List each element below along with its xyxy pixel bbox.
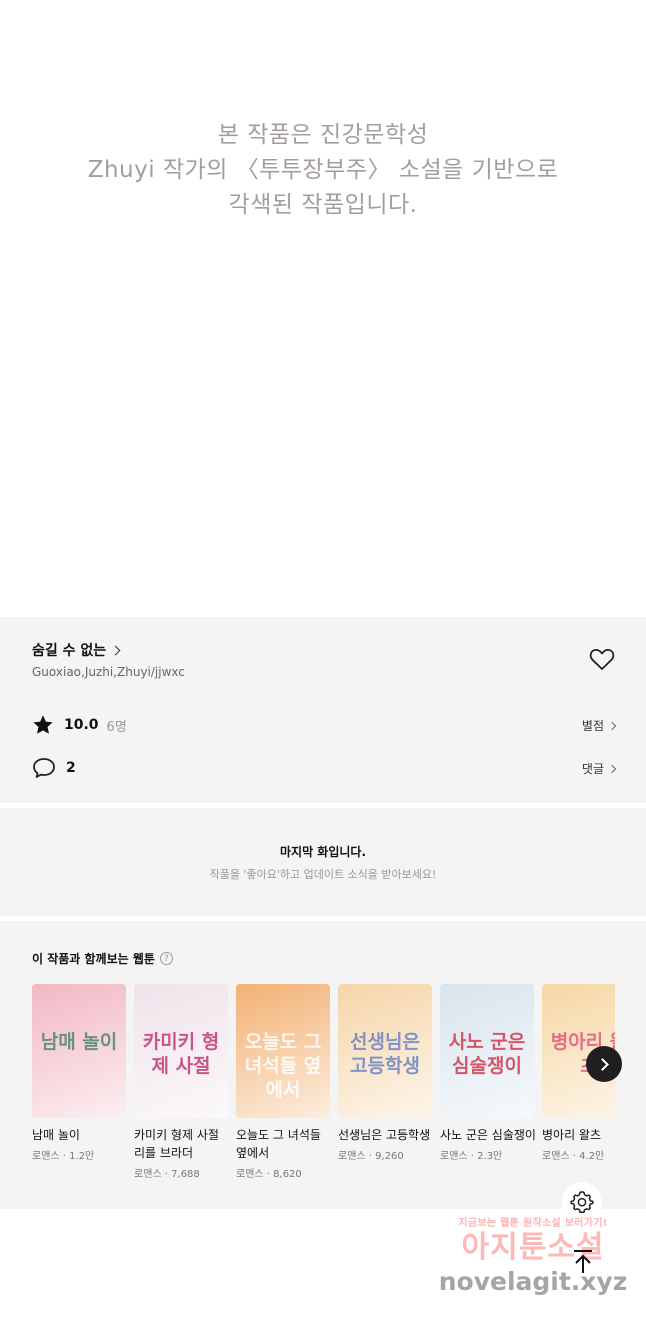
recommendation-card[interactable]: 사노 군은 심술쟁이 사노 군은 심술쟁이 로맨스 · 2.3만 bbox=[440, 984, 536, 1162]
card-meta: 로맨스 · 7,688 bbox=[134, 1169, 200, 1180]
scroll-top-button[interactable] bbox=[566, 1247, 600, 1277]
chevron-right-icon bbox=[607, 721, 617, 730]
rating-score: 10.0 bbox=[64, 717, 99, 733]
recommendations-header: 이 작품과 함께보는 웹툰 ? bbox=[32, 950, 173, 967]
adaptation-notice: 본 작품은 진강문학성 Zhuyi 작가의 〈투투장부주〉 소설을 기반으로 각… bbox=[0, 118, 646, 223]
chevron-right-icon bbox=[596, 1057, 609, 1071]
cover-title: 오늘도 그 녀석들 옆에서 bbox=[244, 1031, 322, 1101]
cover-image: 사노 군은 심술쟁이 bbox=[440, 984, 534, 1118]
card-title: 사노 군은 심술쟁이 bbox=[440, 1128, 536, 1142]
recommendation-card[interactable]: 오늘도 그 녀석들 옆에서 오늘도 그 녀석들 옆에서 로맨스 · 8,620 bbox=[236, 984, 330, 1180]
card-title: 오늘도 그 녀석들 옆에서 bbox=[236, 1128, 321, 1160]
recommendations-title: 이 작품과 함께보는 웹툰 bbox=[32, 952, 155, 966]
cover-image: 선생님은 고등학생 bbox=[338, 984, 432, 1118]
rating-link[interactable]: 별점 bbox=[560, 717, 617, 734]
card-meta: 로맨스 · 4.2만 bbox=[542, 1151, 605, 1162]
cover-title: 선생님은 고등학생 bbox=[350, 1031, 420, 1077]
series-authors: Guoxiao,Juzhi,Zhuyi/jjwxc bbox=[32, 665, 185, 679]
comment-icon bbox=[33, 758, 55, 778]
gear-icon bbox=[570, 1191, 594, 1213]
help-icon[interactable]: ? bbox=[159, 952, 173, 965]
chevron-right-icon bbox=[607, 764, 617, 773]
recommendation-card[interactable]: 카미키 형제 사절 카미키 형제 사절 리를 브라더 로맨스 · 7,688 bbox=[134, 984, 228, 1180]
comment-row: 2 bbox=[32, 757, 76, 779]
watermark-tagline: 지금보는 웹툰 원작소설 보러가기! bbox=[458, 1218, 608, 1229]
comment-link-label: 댓글 bbox=[581, 762, 604, 776]
heart-icon[interactable] bbox=[589, 647, 615, 671]
site-watermark: 지금보는 웹툰 원작소설 보러가기! 아지툰소설 novelagit.xyz bbox=[428, 1214, 638, 1297]
last-episode-title: 마지막 화입니다. bbox=[279, 845, 367, 859]
cover-title: 카미키 형제 사절 bbox=[142, 1031, 220, 1077]
notice-line: 각색된 작품입니다. bbox=[228, 192, 418, 218]
series-title-link[interactable]: 숨길 수 없는 bbox=[32, 640, 121, 660]
last-episode-panel bbox=[0, 808, 646, 916]
carousel-next-button[interactable] bbox=[586, 1046, 622, 1082]
card-title: 선생님은 고등학생 bbox=[338, 1128, 431, 1142]
rating-row: 10.0 6명 bbox=[32, 714, 127, 736]
card-meta: 로맨스 · 8,620 bbox=[236, 1169, 302, 1180]
episode-end-image: 본 작품은 진강문학성 Zhuyi 작가의 〈투투장부주〉 소설을 기반으로 각… bbox=[0, 0, 646, 617]
notice-line: Zhuyi 작가의 〈투투장부주〉 소설을 기반으로 bbox=[87, 157, 559, 183]
comment-count: 2 bbox=[66, 760, 76, 776]
cover-title: 사노 군은 심술쟁이 bbox=[448, 1031, 526, 1077]
notice-line: 본 작품은 진강문학성 bbox=[217, 122, 429, 148]
card-title: 카미키 형제 사절 리를 브라더 bbox=[134, 1128, 219, 1160]
cover-image: 남매 놀이 bbox=[32, 984, 126, 1118]
last-episode-subtitle: 작품을 '좋아요'하고 업데이트 소식을 받아보세요! bbox=[209, 868, 437, 881]
card-meta: 로맨스 · 9,260 bbox=[338, 1151, 404, 1162]
cover-title: 남매 놀이 bbox=[40, 1031, 118, 1053]
series-title: 숨길 수 없는 bbox=[32, 643, 107, 659]
watermark-url: novelagit.xyz bbox=[438, 1267, 628, 1296]
comment-link[interactable]: 댓글 bbox=[560, 760, 617, 777]
card-meta: 로맨스 · 1.2만 bbox=[32, 1151, 95, 1162]
recommendation-carousel: 남매 놀이 남매 놀이 로맨스 · 1.2만 카미키 형제 사절 카미키 형제 … bbox=[32, 984, 615, 1194]
chevron-right-icon bbox=[110, 645, 121, 655]
rating-link-label: 별점 bbox=[581, 719, 604, 733]
card-title: 남매 놀이 bbox=[32, 1128, 80, 1142]
cover-image: 오늘도 그 녀석들 옆에서 bbox=[236, 984, 330, 1118]
watermark-logo: 아지툰소설 bbox=[461, 1230, 605, 1265]
card-title: 병아리 왈츠 bbox=[542, 1128, 602, 1142]
star-icon bbox=[33, 715, 53, 734]
cover-image: 카미키 형제 사절 bbox=[134, 984, 228, 1118]
card-meta: 로맨스 · 2.3만 bbox=[440, 1151, 503, 1162]
arrow-up-icon bbox=[574, 1250, 592, 1273]
recommendation-card[interactable]: 남매 놀이 남매 놀이 로맨스 · 1.2만 bbox=[32, 984, 126, 1162]
recommendation-card[interactable]: 선생님은 고등학생 선생님은 고등학생 로맨스 · 9,260 bbox=[338, 984, 432, 1162]
rating-count: 6명 bbox=[106, 719, 127, 735]
